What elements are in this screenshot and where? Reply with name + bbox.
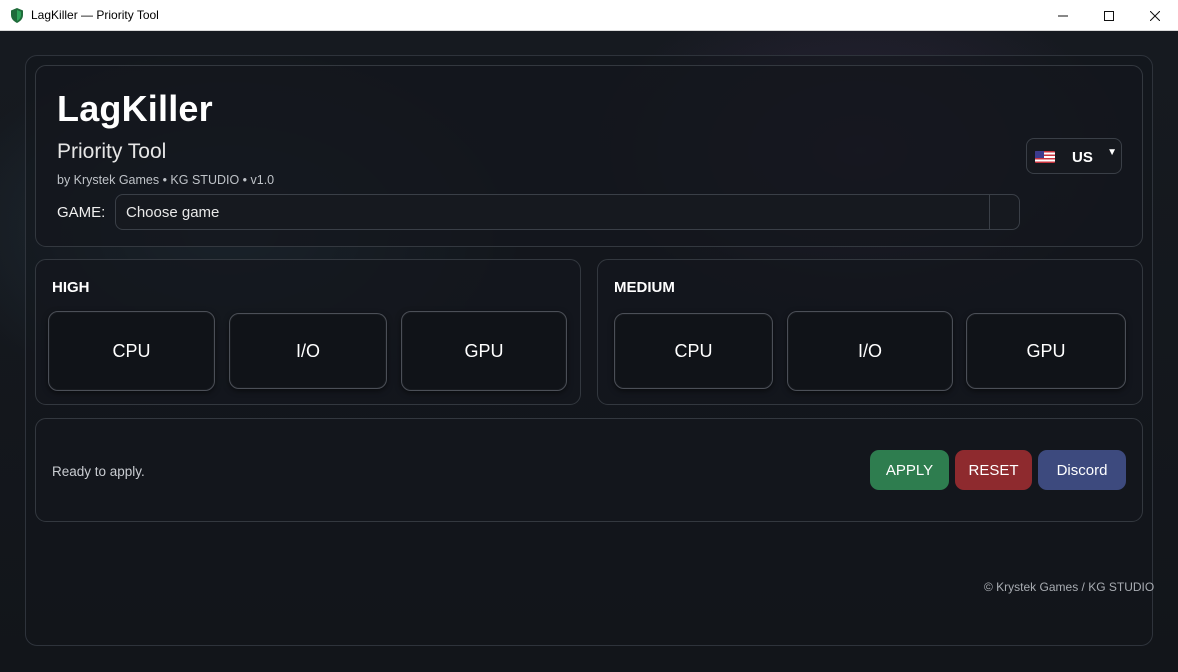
game-select-divider bbox=[989, 195, 990, 229]
shield-app-icon bbox=[11, 8, 23, 23]
game-select-value: Choose game bbox=[126, 204, 220, 221]
app-byline: by Krystek Games • KG STUDIO • v1.0 bbox=[57, 173, 275, 187]
medium-io-button[interactable]: I/O bbox=[787, 311, 953, 391]
reset-button[interactable]: RESET bbox=[955, 450, 1032, 490]
maximize-button[interactable] bbox=[1086, 0, 1132, 31]
window-titlebar: LagKiller — Priority Tool bbox=[0, 0, 1178, 31]
close-icon bbox=[1150, 10, 1160, 21]
app-subtitle: Priority Tool bbox=[57, 140, 167, 163]
high-section-title: HIGH bbox=[52, 279, 90, 296]
medium-gpu-button[interactable]: GPU bbox=[966, 313, 1126, 389]
maximize-icon bbox=[1104, 10, 1114, 21]
game-select[interactable]: Choose game bbox=[115, 194, 1020, 230]
high-cpu-button[interactable]: CPU bbox=[48, 311, 215, 391]
apply-button[interactable]: APPLY bbox=[870, 450, 949, 490]
status-message: Ready to apply. bbox=[52, 464, 145, 479]
dropdown-arrow-icon: ▼ bbox=[1107, 147, 1117, 158]
us-flag-icon bbox=[1035, 151, 1055, 163]
high-io-button[interactable]: I/O bbox=[229, 313, 387, 389]
minimize-icon bbox=[1058, 15, 1068, 16]
language-value: US bbox=[1072, 149, 1093, 166]
app-title: LagKiller bbox=[57, 88, 213, 129]
language-select[interactable]: US ▼ bbox=[1026, 138, 1122, 174]
medium-cpu-button[interactable]: CPU bbox=[614, 313, 773, 389]
discord-button[interactable]: Discord bbox=[1038, 450, 1126, 490]
close-button[interactable] bbox=[1132, 0, 1178, 31]
window-title: LagKiller — Priority Tool bbox=[31, 8, 159, 22]
minimize-button[interactable] bbox=[1040, 0, 1086, 31]
medium-section-title: MEDIUM bbox=[614, 279, 675, 296]
footer-copyright: © Krystek Games / KG STUDIO bbox=[984, 580, 1155, 594]
high-gpu-button[interactable]: GPU bbox=[401, 311, 567, 391]
game-label: GAME: bbox=[57, 204, 106, 221]
